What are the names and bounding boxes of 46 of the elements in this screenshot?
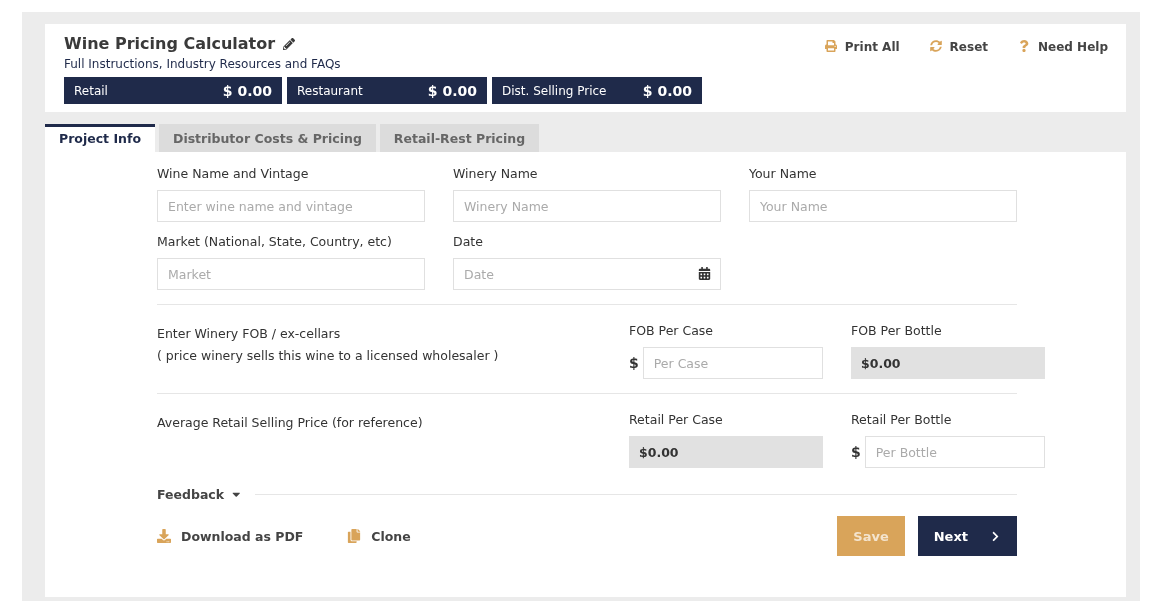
field-label: Market (National, State, Country, etc) xyxy=(157,234,393,249)
field-label: Winery Name xyxy=(453,166,539,181)
next-button[interactable]: Next xyxy=(917,516,1017,556)
pencil-icon[interactable] xyxy=(283,37,296,50)
input-field[interactable]: Your Name xyxy=(749,190,1017,222)
calendar-icon[interactable] xyxy=(698,267,711,280)
field-label: Your Name xyxy=(749,166,818,181)
currency-sign: $ xyxy=(629,355,639,371)
header-action[interactable]: Need Help xyxy=(1018,40,1108,56)
field-label: Retail Per Bottle xyxy=(851,412,953,427)
total-bar: Dist. Selling Price $ 0.00 xyxy=(492,77,702,104)
footer-link[interactable]: Download as PDF xyxy=(157,528,304,544)
footer-link[interactable]: Clone xyxy=(347,528,411,544)
field-label: Wine Name and Vintage xyxy=(157,166,310,181)
section-title: Enter Winery FOB / ex-cellars xyxy=(157,325,342,343)
field-label: FOB Per Case xyxy=(629,323,715,338)
header-action[interactable]: Reset xyxy=(929,40,988,56)
currency-sign: $ xyxy=(851,444,861,460)
tab[interactable]: Distributor Costs & Pricing xyxy=(159,124,376,152)
readonly-field: $0.00 xyxy=(851,347,1045,379)
section-note: ( price winery sells this wine to a licensed wholesaler ) xyxy=(157,347,500,365)
refresh-icon xyxy=(929,40,942,52)
question-icon xyxy=(1018,40,1030,52)
instructions-link[interactable]: Full Instructions, Industry Resources and FAQs xyxy=(64,57,702,71)
field-label: Date xyxy=(453,234,484,249)
field-label: Retail Per Case xyxy=(629,412,724,427)
printer-icon xyxy=(824,40,837,52)
chevron-icon xyxy=(990,530,1001,542)
total-bar: Retail $ 0.00 xyxy=(64,77,282,104)
tab[interactable]: Project Info xyxy=(45,124,155,152)
feedback-toggle[interactable]: Feedback xyxy=(157,487,243,502)
section-title: Average Retail Selling Price (for reference) xyxy=(157,414,424,432)
input-field[interactable]: Per Case xyxy=(642,347,823,379)
header-action[interactable]: Print All xyxy=(824,40,900,56)
copy-icon xyxy=(347,529,362,543)
date-field[interactable]: Date xyxy=(453,258,721,290)
total-bar: Restaurant $ 0.00 xyxy=(287,77,487,104)
field-label: FOB Per Bottle xyxy=(851,323,943,338)
input-field[interactable]: Enter wine name and vintage xyxy=(157,190,425,222)
readonly-field: $0.00 xyxy=(629,436,823,468)
input-field[interactable]: Market xyxy=(157,258,425,290)
input-field[interactable]: Per Bottle xyxy=(864,436,1045,468)
tab[interactable]: Retail-Rest Pricing xyxy=(379,124,540,152)
app-title: Wine Pricing Calculator xyxy=(64,34,276,53)
input-field[interactable]: Winery Name xyxy=(453,190,721,222)
download-icon xyxy=(157,529,171,543)
